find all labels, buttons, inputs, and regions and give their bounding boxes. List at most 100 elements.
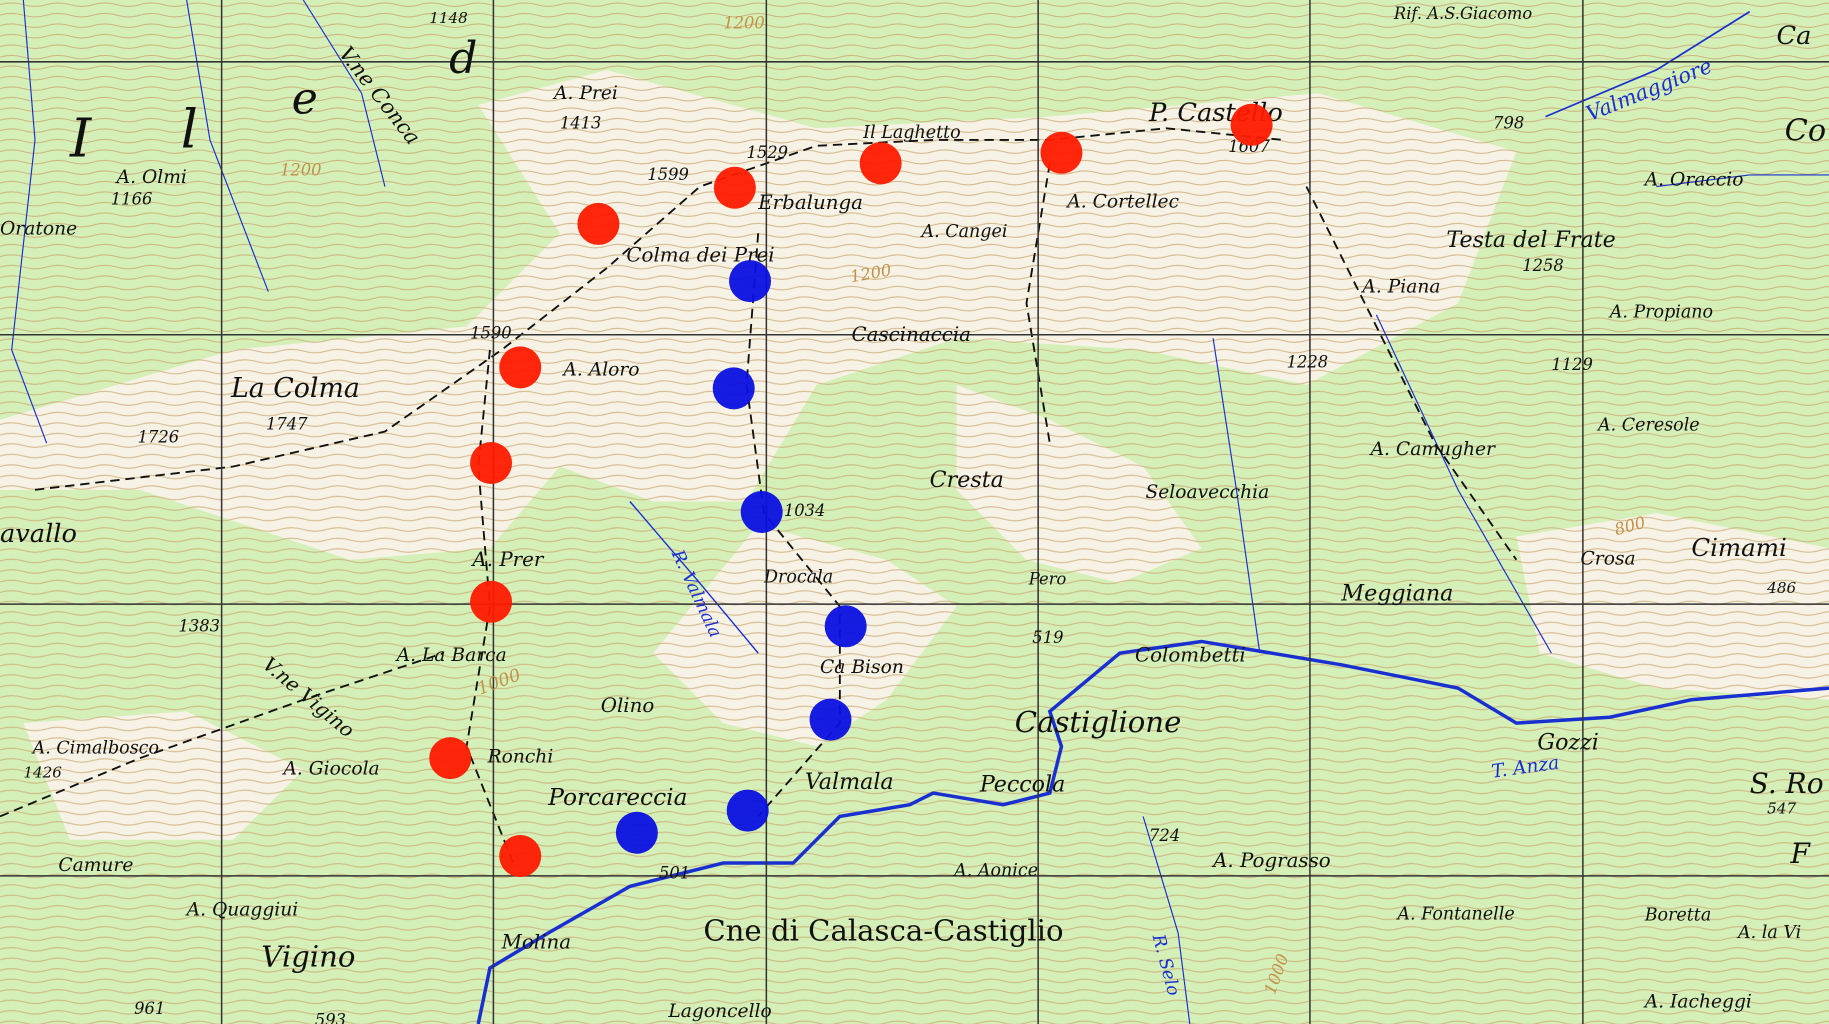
map-label: A. Cortellec (1065, 192, 1179, 213)
red-marker[interactable] (577, 202, 620, 245)
map-label: A. Ceresole (1596, 416, 1700, 436)
map-label: Camure (58, 855, 133, 876)
map-label: Crosa (1581, 548, 1636, 569)
map-label: Ca (1777, 21, 1812, 51)
map-label: 1228 (1287, 353, 1329, 372)
map-label: 1148 (429, 9, 468, 27)
map-label: Olino (601, 694, 655, 717)
map-label: 1413 (560, 114, 602, 133)
map-label: 1383 (178, 616, 220, 635)
map-label: A. Oraccio (1643, 169, 1744, 190)
map-label: Cimami (1691, 533, 1786, 562)
map-label: l (181, 97, 198, 160)
blue-marker[interactable] (712, 367, 755, 410)
blue-marker[interactable] (809, 698, 852, 741)
blue-marker[interactable] (740, 491, 783, 533)
map-label: Castiglione (1015, 705, 1182, 739)
map-label: Valmala (805, 769, 894, 795)
map-label: Lagoncello (667, 1001, 771, 1022)
map-label: 1258 (1522, 256, 1564, 275)
map-label: Testa del Frate (1446, 227, 1615, 253)
red-marker[interactable] (470, 580, 513, 623)
map-label: Rif. A.S.Giacomo (1393, 4, 1532, 23)
map-label: 519 (1032, 628, 1063, 647)
map-label: A. Piana (1360, 277, 1440, 298)
map-label: A. Iacheggi (1643, 992, 1752, 1013)
map-label: A. Cangei (919, 222, 1007, 242)
map-label: A. La Barca (395, 645, 507, 666)
map-label: Porcareccia (547, 784, 687, 811)
map-label: A. Quaggiui (185, 900, 299, 921)
map-label: 1166 (111, 189, 153, 208)
red-marker[interactable] (859, 142, 902, 185)
map-label: S. Ro (1750, 767, 1824, 800)
map-label: e (292, 74, 318, 125)
map-label: 1200 (723, 13, 765, 32)
map-label: A. Fontanelle (1395, 904, 1514, 924)
blue-marker[interactable] (824, 605, 867, 648)
blue-marker[interactable] (729, 260, 772, 303)
topographic-map[interactable]: Il e d V.ne Conca 1148 A. Prei 1413 1200 1200 A. … (0, 0, 1829, 1024)
map-label: A. Cimalbosco (31, 739, 159, 759)
map-label: A. Giocola (281, 758, 379, 779)
map-label: La Colma (230, 373, 360, 404)
red-marker[interactable] (1040, 131, 1083, 174)
map-label: 1034 (784, 501, 826, 520)
map-label: A. Prei (552, 83, 618, 104)
map-label: 1726 (138, 427, 180, 446)
map-label: 1529 (747, 143, 789, 162)
map-label: A. la Vi (1736, 923, 1801, 943)
map-label: F (1790, 837, 1812, 870)
map-label: 1590 (470, 324, 512, 343)
red-marker[interactable] (499, 346, 542, 389)
map-label: Meggiana (1340, 580, 1453, 606)
map-label: A. Aloro (561, 360, 639, 381)
map-label: Ca Bison (820, 657, 904, 678)
map-label: avallo (0, 519, 77, 549)
map-label: 1599 (647, 165, 689, 184)
map-label: Cascinaccia (852, 323, 972, 346)
red-marker[interactable] (499, 835, 542, 878)
red-marker[interactable] (1230, 103, 1273, 146)
contour-lines (0, 0, 1829, 1024)
map-label: 724 (1149, 826, 1180, 845)
red-marker[interactable] (429, 737, 472, 780)
map-label: Peccola (979, 772, 1065, 798)
map-label: 798 (1493, 114, 1524, 133)
map-label: 547 (1767, 800, 1796, 818)
map-label: Erbalunga (757, 191, 863, 214)
map-label: Molina (501, 931, 571, 954)
map-label: Drocala (763, 567, 833, 587)
map-label: Ronchi (487, 747, 554, 768)
blue-marker[interactable] (615, 811, 658, 854)
map-label: A. Aonice (952, 861, 1038, 881)
map-label: A. Pograsso (1211, 849, 1331, 872)
map-label: 593 (315, 1011, 346, 1024)
map-label: 501 (659, 864, 690, 883)
map-label: A. Prer (470, 548, 544, 571)
map-label: 961 (134, 999, 165, 1018)
map-label: d (449, 33, 477, 84)
map-label: Colombetti (1135, 644, 1246, 667)
map-label: Cresta (930, 467, 1004, 493)
map-label: A. Propiano (1608, 303, 1713, 323)
map-label: Vigino (261, 939, 355, 973)
map-label: Boretta (1644, 906, 1712, 926)
map-label: Co (1785, 114, 1826, 149)
map-label: Gozzi (1537, 730, 1598, 756)
red-marker[interactable] (713, 166, 756, 209)
map-label: 1200 (280, 160, 322, 179)
map-label: Il Laghetto (862, 123, 960, 143)
red-marker[interactable] (470, 442, 513, 485)
blue-marker[interactable] (726, 789, 769, 832)
map-label: 1747 (266, 415, 308, 434)
map-label: Pero (1028, 570, 1067, 589)
map-label: Seloavecchia (1145, 482, 1269, 503)
map-label: 486 (1766, 579, 1796, 597)
map-label: Oratone (0, 218, 77, 239)
map-canvas[interactable]: Il edV.ne Conca1148A. Prei141312001200A. … (0, 0, 1829, 1024)
map-label: I (69, 107, 93, 170)
map-label: 1426 (23, 763, 62, 781)
map-label: 1129 (1551, 355, 1593, 374)
map-label: A. Olmi (115, 167, 187, 188)
